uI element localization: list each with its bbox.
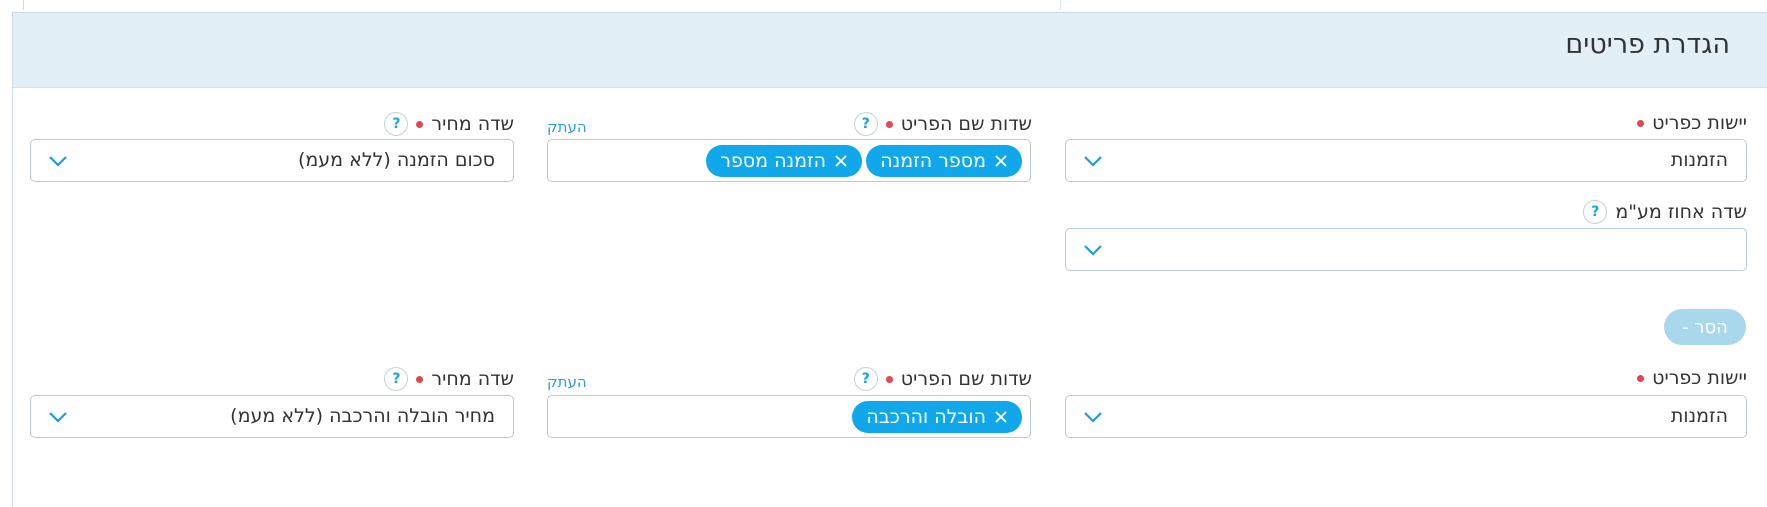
field-label: שדה אחוז מע"מ [1615, 201, 1747, 223]
field-label: יישות כפריט [1652, 367, 1747, 389]
copy-link-row2[interactable]: העתק [547, 373, 587, 391]
question-mark-icon[interactable]: ? [853, 112, 878, 136]
required-dot-icon [416, 375, 424, 383]
tag-chip[interactable]: מספר הזמנה [866, 145, 1022, 177]
required-dot-icon [416, 120, 424, 128]
close-icon[interactable] [994, 410, 1008, 424]
required-dot-icon [885, 120, 893, 128]
name-fields-label-row2: שדות שם הפריט ? [853, 367, 1032, 391]
select-value: הזמנות [1670, 405, 1728, 427]
field-label: שדה מחיר [431, 113, 514, 135]
remove-button[interactable]: הסר - [1664, 309, 1746, 345]
field-label: יישות כפריט [1652, 112, 1747, 134]
tag-label: הזמנה מספר [720, 150, 826, 172]
chevron-down-icon [49, 156, 67, 167]
price-select-row1[interactable]: סכום הזמנה (ללא מעמ) [30, 139, 514, 182]
field-label: שדה מחיר [431, 368, 514, 390]
field-label: שדות שם הפריט [900, 368, 1032, 390]
question-mark-icon[interactable]: ? [853, 367, 878, 391]
divider [23, 0, 24, 10]
name-fields-label-row1: שדות שם הפריט ? [853, 112, 1032, 136]
name-fields-multiselect-row2[interactable]: הובלה והרכבה [547, 395, 1031, 438]
tag-chip[interactable]: הזמנה מספר [706, 145, 862, 177]
required-dot-icon [1637, 374, 1645, 382]
chevron-down-icon [1084, 156, 1102, 167]
price-label-row2: שדה מחיר ? [384, 367, 514, 391]
chevron-down-icon [1084, 412, 1102, 423]
copy-link-row1[interactable]: העתק [547, 118, 587, 136]
entity-select-row1[interactable]: הזמנות [1065, 139, 1747, 182]
field-label: שדות שם הפריט [900, 113, 1032, 135]
required-dot-icon [1637, 119, 1645, 127]
price-label-row1: שדה מחיר ? [384, 112, 514, 136]
price-select-row2[interactable]: מחיר הובלה והרכבה (ללא מעמ) [30, 395, 514, 438]
entity-label-row1: יישות כפריט [1637, 112, 1747, 134]
entity-select-row2[interactable]: הזמנות [1065, 395, 1747, 438]
select-value: מחיר הובלה והרכבה (ללא מעמ) [230, 405, 495, 427]
top-strip [0, 0, 1767, 12]
chevron-down-icon [1084, 245, 1102, 256]
divider [1060, 0, 1061, 10]
question-mark-icon[interactable]: ? [384, 112, 409, 136]
tag-chip[interactable]: הובלה והרכבה [852, 401, 1022, 433]
tag-label: מספר הזמנה [880, 150, 986, 172]
close-icon[interactable] [834, 154, 848, 168]
name-fields-multiselect-row1[interactable]: מספר הזמנה הזמנה מספר [547, 139, 1031, 182]
panel-header: הגדרת פריטים [13, 13, 1767, 88]
vat-label-row1: שדה אחוז מע"מ ? [1583, 200, 1747, 224]
chevron-down-icon [49, 412, 67, 423]
select-value: סכום הזמנה (ללא מעמ) [297, 149, 495, 171]
tag-label: הובלה והרכבה [866, 406, 986, 428]
question-mark-icon[interactable]: ? [1583, 200, 1608, 224]
entity-label-row2: יישות כפריט [1637, 367, 1747, 389]
select-value: הזמנות [1670, 149, 1728, 171]
question-mark-icon[interactable]: ? [384, 367, 409, 391]
page-title: הגדרת פריטים [1565, 29, 1730, 60]
vat-select-row1[interactable] [1065, 228, 1747, 271]
required-dot-icon [885, 375, 893, 383]
close-icon[interactable] [994, 154, 1008, 168]
